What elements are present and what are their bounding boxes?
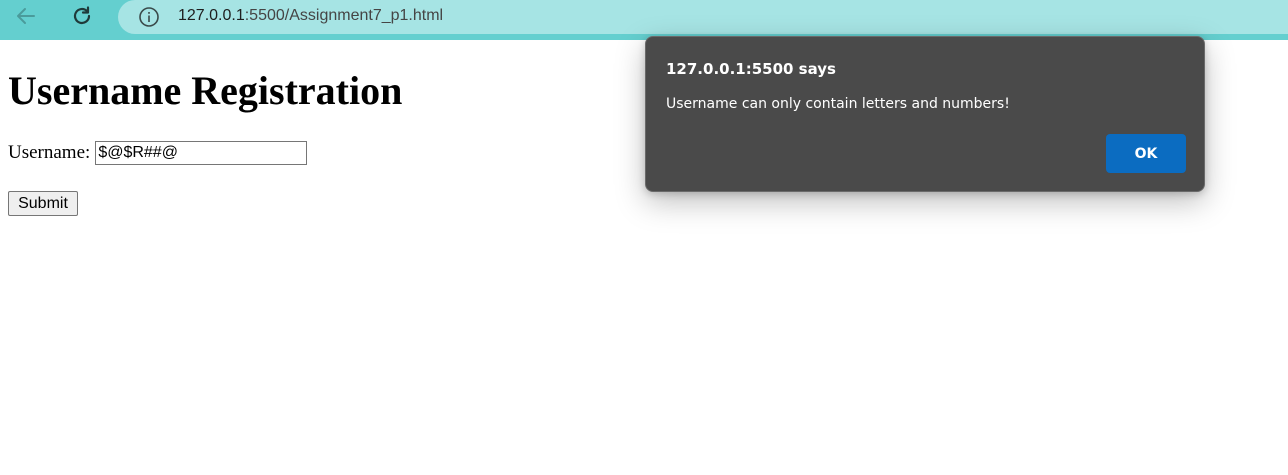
- reload-button[interactable]: [62, 0, 102, 32]
- alert-dialog: 127.0.0.1:5500 says Username can only co…: [645, 36, 1205, 192]
- submit-button[interactable]: Submit: [8, 191, 78, 216]
- info-icon[interactable]: [138, 6, 160, 28]
- username-input[interactable]: [95, 141, 308, 165]
- reload-icon: [73, 6, 91, 25]
- back-arrow-icon: [17, 8, 35, 24]
- address-bar[interactable]: 127.0.0.1:5500/Assignment7_p1.html: [118, 0, 1288, 34]
- username-label: Username:: [8, 142, 91, 163]
- dialog-message: Username can only contain letters and nu…: [666, 96, 1010, 112]
- back-button[interactable]: [6, 0, 46, 32]
- ok-button[interactable]: OK: [1106, 134, 1186, 173]
- url-host: 127.0.0.1: [178, 7, 245, 24]
- url-text[interactable]: 127.0.0.1:5500/Assignment7_p1.html: [178, 6, 443, 26]
- browser-toolbar: 127.0.0.1:5500/Assignment7_p1.html: [0, 0, 1288, 40]
- url-path: :5500/Assignment7_p1.html: [244, 7, 444, 24]
- page-title: Username Registration: [8, 68, 403, 113]
- dialog-title: 127.0.0.1:5500 says: [666, 60, 836, 78]
- username-row: Username:: [8, 141, 308, 165]
